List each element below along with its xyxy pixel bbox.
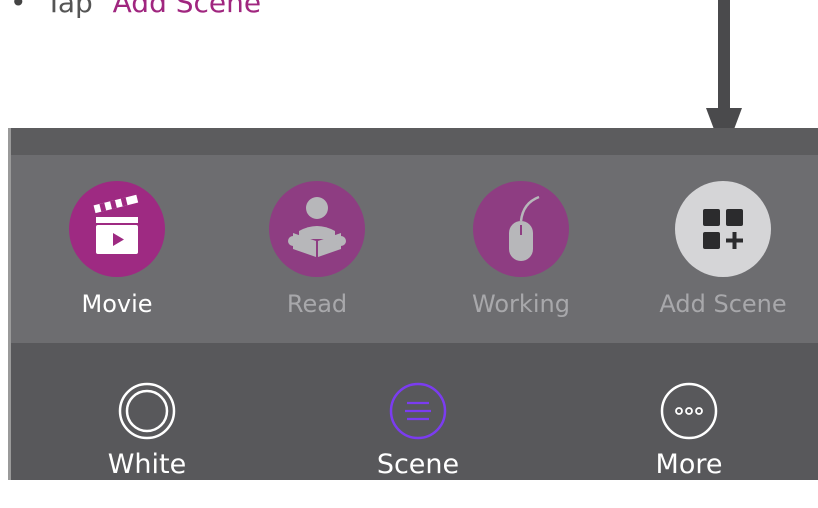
mouse-icon [509, 195, 540, 261]
clapperboard-icon [93, 194, 139, 254]
scene-working-circle [473, 181, 569, 277]
scene-add[interactable]: Add Scene [643, 181, 803, 318]
add-grid-icon [703, 209, 743, 249]
scene-movie-circle [69, 181, 165, 277]
bottom-nav: White Scene More [11, 343, 818, 480]
scene-label-movie: Movie [81, 290, 153, 318]
add-scene-circle [675, 181, 771, 277]
instruction-prefix: Tap [45, 0, 93, 19]
nav-white[interactable]: White [77, 381, 217, 480]
scene-panel: Movie Read Working Add Scene [11, 155, 818, 343]
scene-label-working: Working [472, 290, 570, 318]
scene-movie[interactable]: Movie [37, 181, 197, 318]
scene-label-read: Read [286, 290, 348, 318]
bullet: • [10, 0, 27, 19]
instruction-text: • Tap “Add Scene” [0, 0, 276, 19]
scene-menu-icon [389, 382, 447, 440]
instruction-target: “Add Scene” [101, 0, 276, 19]
status-strip [11, 128, 818, 155]
more-dots-icon [660, 382, 718, 440]
white-circle-icon [118, 382, 176, 440]
scene-working[interactable]: Working [441, 181, 601, 318]
scene-read-circle [269, 181, 365, 277]
nav-label-more: More [655, 449, 723, 480]
nav-scene[interactable]: Scene [348, 381, 488, 480]
nav-label-scene: Scene [376, 449, 460, 480]
nav-label-white: White [107, 449, 187, 480]
nav-more[interactable]: More [619, 381, 759, 480]
scene-label-add: Add Scene [659, 290, 787, 318]
scene-read[interactable]: Read [237, 181, 397, 318]
reading-person-icon [288, 197, 346, 257]
app-screen: Movie Read Working Add Scene White Scene… [8, 128, 818, 480]
